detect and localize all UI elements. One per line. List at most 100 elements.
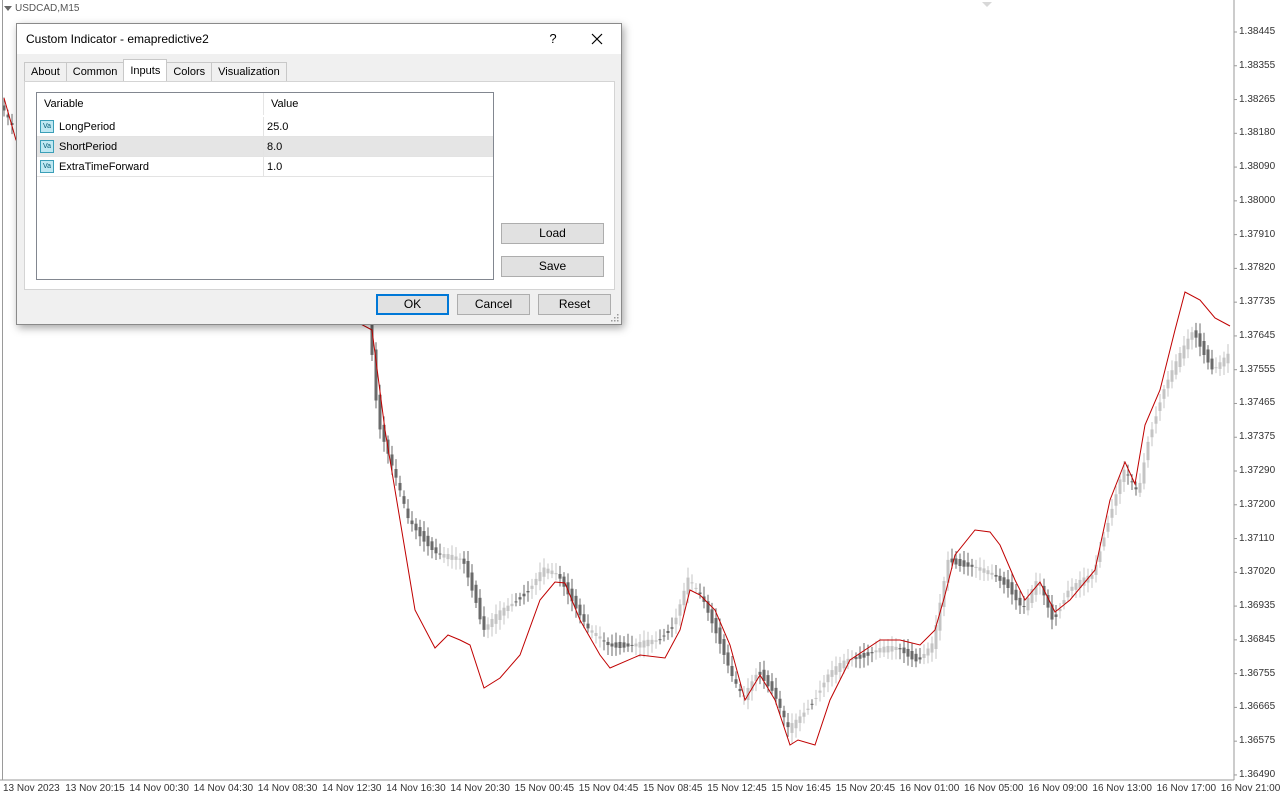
candle-body xyxy=(1134,487,1138,490)
reset-button[interactable]: Reset xyxy=(538,294,611,315)
candle-body xyxy=(438,553,442,555)
candle-body xyxy=(1102,537,1106,547)
resize-grip-icon[interactable] xyxy=(610,313,619,322)
candle-body xyxy=(578,604,582,616)
candle-body xyxy=(930,643,934,653)
candle-body xyxy=(1106,522,1110,532)
candle-body xyxy=(922,653,926,659)
candle-body xyxy=(562,576,566,587)
candle-body xyxy=(586,623,590,629)
candle-body xyxy=(542,567,546,577)
candle-body xyxy=(602,640,606,642)
price-axis-label: 1.37735 xyxy=(1239,296,1276,308)
load-button[interactable]: Load xyxy=(501,223,604,244)
candle-body xyxy=(986,570,990,575)
price-axis-label: 1.37645 xyxy=(1239,329,1276,341)
candle-body xyxy=(626,643,630,647)
help-button[interactable]: ? xyxy=(543,28,563,50)
variable-value[interactable]: 1.0 xyxy=(267,157,282,177)
candle-body xyxy=(1182,345,1186,359)
candle-body xyxy=(902,647,906,654)
tab-colors[interactable]: Colors xyxy=(166,62,213,81)
candle-body xyxy=(1122,469,1126,482)
candle-body xyxy=(534,578,538,586)
ok-button[interactable]: OK xyxy=(376,294,449,315)
variable-value[interactable]: 8.0 xyxy=(267,137,282,157)
candle-body xyxy=(678,604,682,616)
candle-body xyxy=(858,654,862,659)
close-button[interactable] xyxy=(585,27,609,51)
candle-body xyxy=(590,630,594,633)
candle-body xyxy=(814,697,818,699)
close-icon xyxy=(591,33,603,45)
candle-body xyxy=(826,674,830,683)
input-row-longperiod[interactable]: Va LongPeriod 25.0 xyxy=(37,117,493,137)
time-axis-label: 13 Nov 20:15 xyxy=(65,783,125,794)
candle-body xyxy=(498,610,502,620)
candle-body xyxy=(518,597,522,600)
cancel-button[interactable]: Cancel xyxy=(457,294,530,315)
candle-body xyxy=(618,642,622,648)
symbol-period-text: USDCAD,M15 xyxy=(15,3,80,14)
candle-body xyxy=(1118,479,1122,494)
time-axis-label: 16 Nov 09:00 xyxy=(1028,783,1088,794)
variable-value[interactable]: 25.0 xyxy=(267,117,288,137)
candle-body xyxy=(450,554,454,560)
time-axis-label: 14 Nov 00:30 xyxy=(129,783,189,794)
candle-body xyxy=(650,639,654,645)
candle-body xyxy=(394,469,398,478)
candle-body xyxy=(1170,370,1174,382)
header-value[interactable]: Value xyxy=(264,93,493,115)
candle-body xyxy=(870,652,874,654)
candle-body xyxy=(698,592,702,595)
candle-body xyxy=(898,648,902,650)
candle-body xyxy=(794,719,798,729)
price-axis-label: 1.37110 xyxy=(1239,532,1275,544)
time-axis-label: 15 Nov 04:45 xyxy=(578,783,639,794)
dialog-titlebar[interactable]: Custom Indicator - emapredictive2 ? xyxy=(17,24,621,54)
inputs-grid[interactable]: Variable Value Va LongPeriod 25.0 Va Sho… xyxy=(36,92,494,280)
candle-body xyxy=(474,584,478,603)
time-axis-label: 13 Nov 2023 xyxy=(3,783,60,794)
candle-body xyxy=(430,541,434,551)
candle-body xyxy=(798,716,802,723)
price-axis-label: 1.37820 xyxy=(1239,262,1276,274)
candle-body xyxy=(962,560,966,567)
time-axis-label: 14 Nov 04:30 xyxy=(193,783,254,794)
time-axis-label: 14 Nov 16:30 xyxy=(386,783,446,794)
candle-body xyxy=(1138,482,1142,493)
candle-body xyxy=(730,665,734,677)
candle-body xyxy=(666,631,670,633)
candle-body xyxy=(918,657,922,660)
candle-body xyxy=(482,616,486,630)
price-axis-label: 1.37290 xyxy=(1239,465,1276,476)
candle-body xyxy=(1186,338,1190,350)
candle-body xyxy=(1010,582,1014,595)
tab-inputs[interactable]: Inputs xyxy=(123,59,168,81)
candle-body xyxy=(722,639,726,655)
candle-body xyxy=(470,572,474,591)
tab-bar: About Common Inputs Colors Visualization xyxy=(24,59,287,82)
tab-about[interactable]: About xyxy=(24,62,67,81)
price-axis-label: 1.36665 xyxy=(1239,701,1276,713)
candle-body xyxy=(862,653,866,658)
tab-common[interactable]: Common xyxy=(65,62,125,81)
price-axis-label: 1.37375 xyxy=(1239,431,1276,443)
candle-body xyxy=(714,618,718,634)
candle-body xyxy=(806,708,810,711)
save-button[interactable]: Save xyxy=(501,256,604,277)
candle-body xyxy=(494,614,498,624)
candle-body xyxy=(1162,389,1166,399)
time-axis-label: 14 Nov 20:30 xyxy=(450,783,510,794)
candle-body xyxy=(782,710,786,718)
candle-body xyxy=(726,652,730,666)
input-row-shortperiod[interactable]: Va ShortPeriod 8.0 xyxy=(37,137,493,157)
time-axis-label: 16 Nov 17:00 xyxy=(1156,783,1217,794)
candle-body xyxy=(426,535,430,547)
tab-visualization[interactable]: Visualization xyxy=(211,62,287,81)
header-variable[interactable]: Variable xyxy=(37,93,263,115)
candle-body xyxy=(1154,416,1158,424)
candle-body xyxy=(1150,429,1154,438)
candle-body xyxy=(646,639,650,647)
input-row-extratimeforward[interactable]: Va ExtraTimeForward 1.0 xyxy=(37,157,493,177)
